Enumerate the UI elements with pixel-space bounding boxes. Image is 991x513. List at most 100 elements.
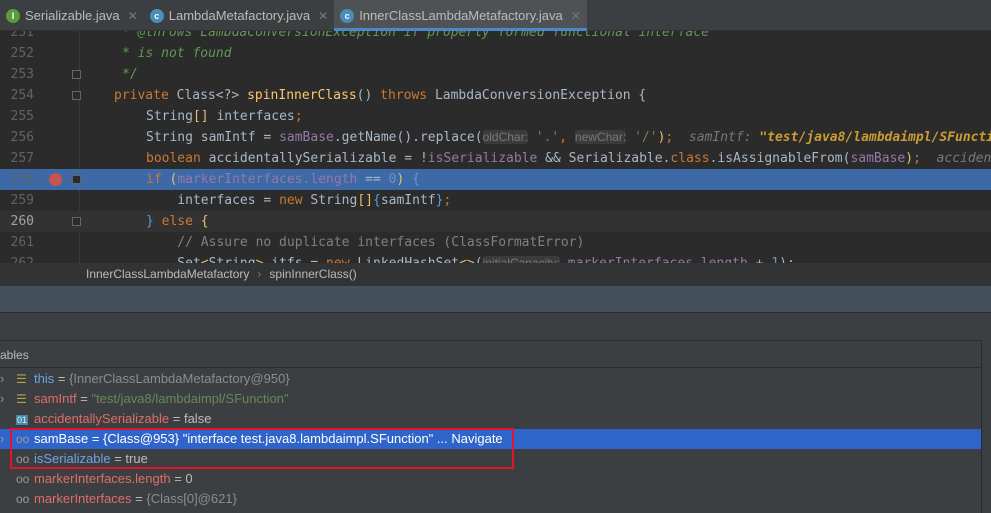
code-token: class <box>670 151 710 166</box>
line-number[interactable]: 252 <box>0 43 34 64</box>
line-number[interactable]: 260 <box>0 211 34 232</box>
code-token: { <box>200 214 209 229</box>
code-line[interactable]: 262 Set<String> itfs = new LinkedHashSet… <box>0 253 991 263</box>
close-icon[interactable]: ✕ <box>128 9 138 23</box>
code-token: ) <box>905 151 914 166</box>
line-number[interactable]: 255 <box>0 106 34 127</box>
close-icon[interactable]: ✕ <box>571 9 581 23</box>
variable-row[interactable]: 01 accidentallySerializable = false <box>0 409 981 429</box>
code-text: Set<String> itfs = new LinkedHashSet<>(i… <box>146 253 795 263</box>
editor-tabs: I Serializable.java ✕ c LambdaMetafactory.ja… <box>0 0 991 31</box>
code-line[interactable]: 255 String[] interfaces; <box>0 106 991 127</box>
code-editor[interactable]: 251 * @throws LambdaConversionException i… <box>0 31 991 263</box>
code-token: * <box>122 31 138 40</box>
code-line[interactable]: 261 // Assure no duplicate interfaces (C… <box>0 232 991 253</box>
scrollbar[interactable] <box>981 340 991 513</box>
variable-name: markerInterfaces <box>34 491 132 506</box>
code-token: new <box>326 256 357 263</box>
code-token: && Serializable. <box>537 151 671 166</box>
tab-0[interactable]: I Serializable.java ✕ <box>0 0 144 31</box>
code-token: // Assure no duplicate interfaces (Class… <box>146 235 585 250</box>
code-text: if (markerInterfaces.length == 0) { <box>146 169 420 190</box>
tab-label: LambdaMetafactory.java <box>168 8 311 23</box>
variable-row[interactable]: oo markerInterfaces = {Class[0]@621} <box>0 489 981 509</box>
code-token: interfaces = <box>146 193 280 208</box>
code-line[interactable]: 260} else { <box>0 211 991 232</box>
code-line[interactable]: 256 String samIntf = samBase.getName().re… <box>0 127 991 148</box>
fold-icon[interactable] <box>72 91 81 100</box>
line-number[interactable]: 258 <box>0 169 34 190</box>
code-token: ); <box>779 256 795 263</box>
line-number[interactable]: 254 <box>0 85 34 106</box>
variables-panel-header: ables <box>0 340 981 368</box>
field-icon: ☰ <box>16 392 27 406</box>
variable-row[interactable]: › ☰ this = {InnerClassLambdaMetafactory@95… <box>0 369 981 389</box>
variable-row[interactable]: › ☰ samIntf = "test/java8/lambdaimpl/SFunc… <box>0 389 981 409</box>
code-token: () <box>356 88 381 103</box>
code-line[interactable]: 252 * is not found <box>0 43 991 64</box>
line-number[interactable]: 259 <box>0 190 34 211</box>
variable-name: markerInterfaces.length <box>34 471 171 486</box>
code-line[interactable]: 258 if (markerInterfaces.length == 0) { <box>0 169 991 190</box>
code-token: "test/java8/lambdaimpl/SFunction" <box>759 130 991 145</box>
line-number[interactable]: 261 <box>0 232 34 253</box>
code-token: LambdaConversionException { <box>434 88 647 103</box>
code-text: boolean accidentallySerializable = !isSe… <box>146 148 991 169</box>
line-number[interactable]: 251 <box>0 31 34 43</box>
primitive-icon: 01 <box>16 415 29 425</box>
code-text: */ <box>122 64 138 85</box>
code-token: spinInnerClass <box>247 88 357 103</box>
code-token: ; <box>913 151 921 166</box>
code-line[interactable]: 254 private Class<?> spinInnerClass() thr… <box>0 85 991 106</box>
code-token: + <box>748 256 771 263</box>
code-token: if <box>146 172 170 187</box>
code-token: new <box>279 193 311 208</box>
breadcrumb-method[interactable]: spinInnerClass() <box>269 267 356 281</box>
expand-icon[interactable]: › <box>0 429 4 449</box>
code-token: <> <box>459 256 475 263</box>
line-number[interactable]: 262 <box>0 253 34 263</box>
expand-icon[interactable]: › <box>0 389 4 409</box>
code-token: '/' <box>626 130 658 145</box>
breadcrumb-class[interactable]: InnerClassLambdaMetafactory <box>86 267 249 281</box>
code-token: == <box>357 172 389 187</box>
code-line[interactable]: 253 */ <box>0 64 991 85</box>
code-token: String <box>146 109 193 124</box>
code-token: , <box>559 130 575 145</box>
equals: = <box>169 411 184 426</box>
equals: = <box>170 471 186 486</box>
expand-icon[interactable]: › <box>0 369 4 389</box>
fold-icon[interactable] <box>72 175 81 184</box>
code-token: ( <box>475 256 483 263</box>
code-token: '.' <box>527 130 560 145</box>
code-token: LambdaConversionException if properly fo… <box>192 31 710 40</box>
code-token: [] <box>192 109 209 124</box>
code-line[interactable]: 251 * @throws LambdaConversionException i… <box>0 31 991 43</box>
chevron-right-icon: › <box>257 267 262 281</box>
tab-1[interactable]: c LambdaMetafactory.java ✕ <box>144 0 334 31</box>
line-number[interactable]: 256 <box>0 127 34 148</box>
code-line[interactable]: 259 interfaces = new String[]{samIntf}; <box>0 190 991 211</box>
line-number[interactable]: 253 <box>0 64 34 85</box>
variable-row[interactable]: oo markerInterfaces.length = 0 <box>0 469 981 489</box>
fold-icon[interactable] <box>72 70 81 79</box>
code-token: ; <box>294 109 303 124</box>
tab-label: InnerClassLambdaMetafactory.java <box>359 8 563 23</box>
code-token: String samIntf = <box>146 130 280 145</box>
code-line[interactable]: 257 boolean accidentallySerializable = !i… <box>0 148 991 169</box>
field-icon: ☰ <box>16 372 27 386</box>
breadcrumb: InnerClassLambdaMetafactory › spinInnerCla… <box>0 263 991 286</box>
code-token: oldChar: <box>482 130 528 144</box>
fold-icon[interactable] <box>72 217 81 226</box>
tab-2[interactable]: c InnerClassLambdaMetafactory.java ✕ <box>334 0 587 31</box>
variable-value: "test/java8/lambdaimpl/SFunction" <box>91 391 289 406</box>
code-token: { <box>373 193 381 208</box>
code-token: Set <box>146 256 201 263</box>
variable-value: false <box>183 411 212 426</box>
code-token: String <box>310 193 358 208</box>
line-number[interactable]: 257 <box>0 148 34 169</box>
close-icon[interactable]: ✕ <box>318 9 328 23</box>
code-token: { <box>404 172 420 187</box>
breakpoint-icon[interactable] <box>49 173 62 186</box>
highlight-annotation-box <box>10 428 514 469</box>
